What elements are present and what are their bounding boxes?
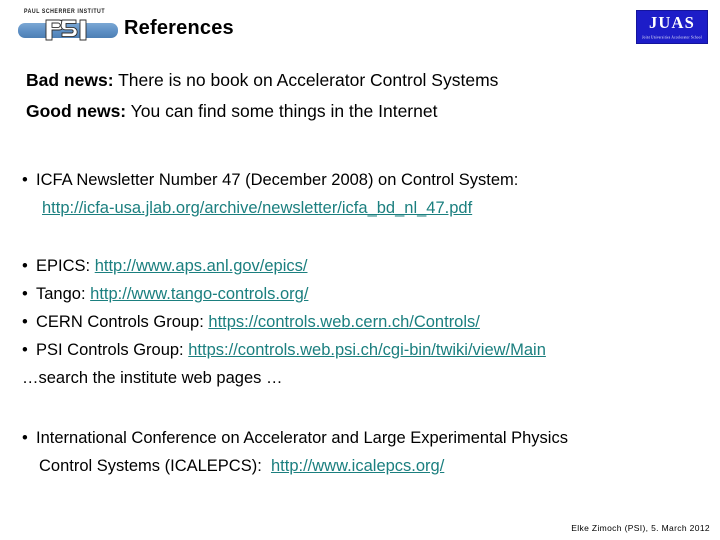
bullet-icon: •: [22, 285, 28, 303]
epics-link[interactable]: http://www.aps.anl.gov/epics/: [95, 257, 308, 275]
conference-text-1: International Conference on Accelerator …: [36, 429, 568, 447]
bullet-icon: •: [22, 429, 28, 447]
bullet-icon: •: [22, 341, 28, 359]
project-links-group: • EPICS: http://www.aps.anl.gov/epics/ • T…: [22, 252, 546, 392]
news-block: Bad news: There is no book on Accelerato…: [26, 65, 498, 127]
icfa-group: • ICFA Newsletter Number 47 (December 200…: [22, 166, 518, 222]
icalepcs-link[interactable]: http://www.icalepcs.org/: [271, 457, 444, 475]
icfa-text: ICFA Newsletter Number 47 (December 2008…: [36, 171, 519, 189]
bad-news-line: Bad news: There is no book on Accelerato…: [26, 65, 498, 96]
list-item: • EPICS: http://www.aps.anl.gov/epics/: [22, 252, 546, 280]
psi-logo: PAUL SCHERRER INSTITUT: [18, 8, 118, 46]
list-item: • CERN Controls Group: https://controls.w…: [22, 308, 546, 336]
psi-controls-link[interactable]: https://controls.web.psi.ch/cgi-bin/twik…: [188, 341, 546, 359]
icfa-bullet-line: • ICFA Newsletter Number 47 (December 200…: [22, 166, 518, 194]
good-news-line: Good news: You can find some things in t…: [26, 96, 498, 127]
psi-logo-wordmark: PAUL SCHERRER INSTITUT: [24, 8, 106, 16]
cern-label: CERN Controls Group:: [36, 313, 204, 331]
tango-label: Tango:: [36, 285, 86, 303]
psi-logo-letters: [44, 18, 94, 42]
psi-label: PSI Controls Group:: [36, 341, 184, 359]
good-news-text: You can find some things in the Internet: [126, 101, 438, 121]
slide-header: PAUL SCHERRER INSTITUT References JUAS J…: [0, 0, 720, 56]
tango-link[interactable]: http://www.tango-controls.org/: [90, 285, 308, 303]
cern-controls-link[interactable]: https://controls.web.cern.ch/Controls/: [208, 313, 479, 331]
good-news-lead: Good news:: [26, 101, 127, 121]
page-title: References: [124, 17, 234, 39]
conference-line-1: • International Conference on Accelerator…: [22, 424, 568, 452]
bullet-icon: •: [22, 171, 28, 189]
juas-logo-name: JUAS: [648, 13, 696, 33]
bullet-icon: •: [22, 257, 28, 275]
list-item: • Tango: http://www.tango-controls.org/: [22, 280, 546, 308]
bullet-icon: •: [22, 313, 28, 331]
icfa-url-line: http://icfa-usa.jlab.org/archive/newslet…: [22, 194, 518, 222]
juas-logo: JUAS Joint Universities Accelerator Scho…: [636, 10, 708, 44]
epics-label: EPICS:: [36, 257, 91, 275]
bad-news-text: There is no book on Accelerator Control …: [113, 70, 499, 90]
slide-footer: Elke Zimoch (PSI), 5. March 2012: [571, 523, 710, 533]
bad-news-lead: Bad news:: [26, 70, 114, 90]
conference-text-2: Control Systems (ICALEPCS):: [39, 457, 262, 475]
conference-group: • International Conference on Accelerator…: [22, 424, 568, 480]
search-note: …search the institute web pages …: [22, 369, 283, 387]
list-item: • PSI Controls Group: https://controls.we…: [22, 336, 546, 364]
icfa-newsletter-link[interactable]: http://icfa-usa.jlab.org/archive/newslet…: [42, 199, 472, 217]
juas-logo-subtitle: Joint Universities Accelerator School: [642, 34, 702, 40]
conference-line-2: Control Systems (ICALEPCS): http://www.i…: [22, 452, 568, 480]
